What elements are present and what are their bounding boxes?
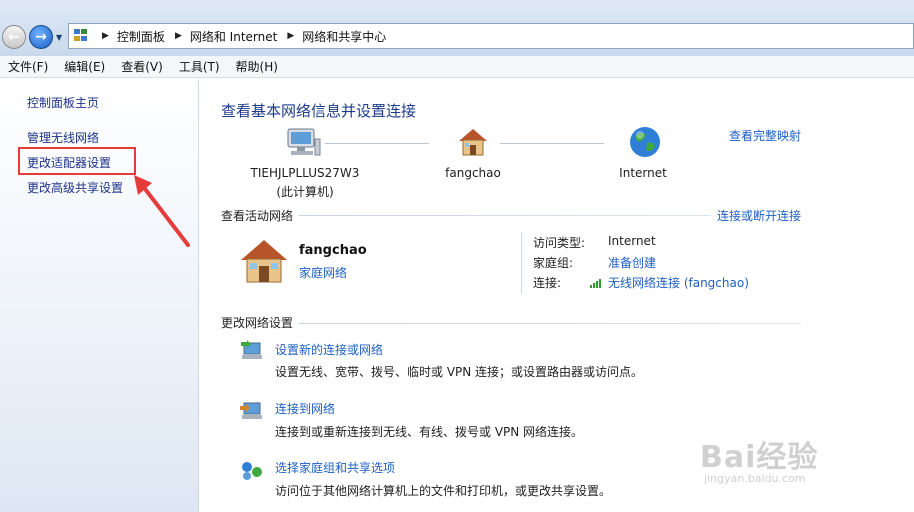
homegroup-value-link[interactable]: 准备创建 xyxy=(608,254,656,271)
watermark-url: jingyan.baidu.com xyxy=(704,472,806,485)
sidebar-item-manage-wireless[interactable]: 管理无线网络 xyxy=(27,129,99,146)
this-computer-label: (此计算机) xyxy=(276,185,334,199)
connect-disconnect-link[interactable]: 连接或断开连接 xyxy=(717,207,801,224)
setup-new-connection-link[interactable]: 设置新的连接或网络 xyxy=(275,341,383,358)
computer-name-label: TIEHJLPLLUS27W3 xyxy=(250,166,360,180)
watermark-logo: Bai经验 xyxy=(700,440,819,475)
breadcrumb-separator-icon[interactable]: ▶ xyxy=(287,31,294,41)
home-network-icon[interactable] xyxy=(457,127,489,157)
connection-label: 连接: xyxy=(533,276,562,290)
view-full-map-link[interactable]: 查看完整映射 xyxy=(729,127,801,144)
address-toolbar: ← → ▼ ▶ 控制面板 ▶ 网络和 Internet ▶ 网络和共享中心 xyxy=(0,0,914,56)
map-connector xyxy=(325,143,429,144)
internet-globe-icon[interactable] xyxy=(628,125,662,159)
section-divider xyxy=(299,323,801,324)
menu-help[interactable]: 帮助(H) xyxy=(236,58,278,75)
annotation-arrow-icon xyxy=(134,175,190,247)
setup-new-connection-desc: 设置无线、宽带、拨号、临时或 VPN 连接；或设置路由器或访问点。 xyxy=(275,365,644,379)
homegroup-label: 家庭组: xyxy=(533,256,574,270)
menu-view[interactable]: 查看(V) xyxy=(121,58,163,75)
connect-to-network-link[interactable]: 连接到网络 xyxy=(275,400,335,417)
breadcrumb-separator-icon[interactable]: ▶ xyxy=(175,31,182,41)
breadcrumb-control-panel[interactable]: 控制面板 xyxy=(117,28,165,45)
history-dropdown-icon[interactable]: ▼ xyxy=(56,33,62,42)
home-network-large-icon xyxy=(241,240,287,283)
internet-label: Internet xyxy=(619,166,667,180)
breadcrumb-separator-icon[interactable]: ▶ xyxy=(102,31,109,41)
back-arrow-icon: ← xyxy=(8,29,20,45)
network-name-label: fangchao xyxy=(445,166,501,180)
menu-tools[interactable]: 工具(T) xyxy=(179,58,220,75)
page-title: 查看基本网络信息并设置连接 xyxy=(221,102,417,120)
details-divider xyxy=(521,232,522,294)
connection-entry[interactable]: 无线网络连接 (fangchao) xyxy=(590,274,749,291)
homegroup-sharing-icon xyxy=(242,462,262,480)
map-connector xyxy=(500,143,604,144)
forward-arrow-icon: → xyxy=(35,29,47,45)
baidu-watermark: Bai经验 jingyan.baidu.com xyxy=(700,432,819,485)
change-settings-heading: 更改网络设置 xyxy=(221,316,294,330)
connection-value-link[interactable]: 无线网络连接 (fangchao) xyxy=(608,276,749,290)
sidebar-item-advanced-sharing[interactable]: 更改高级共享设置 xyxy=(27,179,123,196)
control-panel-icon xyxy=(74,29,92,43)
highlight-box xyxy=(18,147,136,175)
access-type-value: Internet xyxy=(608,234,656,248)
new-connection-icon xyxy=(241,340,262,359)
menu-file[interactable]: 文件(F) xyxy=(8,58,48,75)
computer-icon xyxy=(287,128,321,156)
breadcrumb-sharing-center[interactable]: 网络和共享中心 xyxy=(302,28,386,45)
back-button[interactable]: ← xyxy=(2,25,26,49)
homegroup-sharing-desc: 访问位于其他网络计算机上的文件和打印机，或更改共享设置。 xyxy=(275,484,612,498)
section-divider xyxy=(299,215,711,216)
forward-button[interactable]: → xyxy=(29,25,53,49)
sidebar-item-home[interactable]: 控制面板主页 xyxy=(27,94,99,111)
connect-to-network-desc: 连接到或重新连接到无线、有线、拨号或 VPN 网络连接。 xyxy=(275,425,584,439)
network-type-link[interactable]: 家庭网络 xyxy=(299,264,347,281)
homegroup-sharing-link[interactable]: 选择家庭组和共享选项 xyxy=(275,459,395,476)
active-network-name: fangchao xyxy=(299,243,367,258)
access-type-label: 访问类型: xyxy=(533,236,586,250)
address-bar[interactable]: ▶ 控制面板 ▶ 网络和 Internet ▶ 网络和共享中心 xyxy=(68,23,914,49)
active-networks-heading: 查看活动网络 xyxy=(221,209,294,223)
wifi-signal-icon xyxy=(590,278,604,288)
menu-bar: 文件(F) 编辑(E) 查看(V) 工具(T) 帮助(H) xyxy=(0,56,914,78)
breadcrumb-network-internet[interactable]: 网络和 Internet xyxy=(190,28,277,45)
connect-network-icon xyxy=(240,402,262,419)
menu-edit[interactable]: 编辑(E) xyxy=(64,58,105,75)
